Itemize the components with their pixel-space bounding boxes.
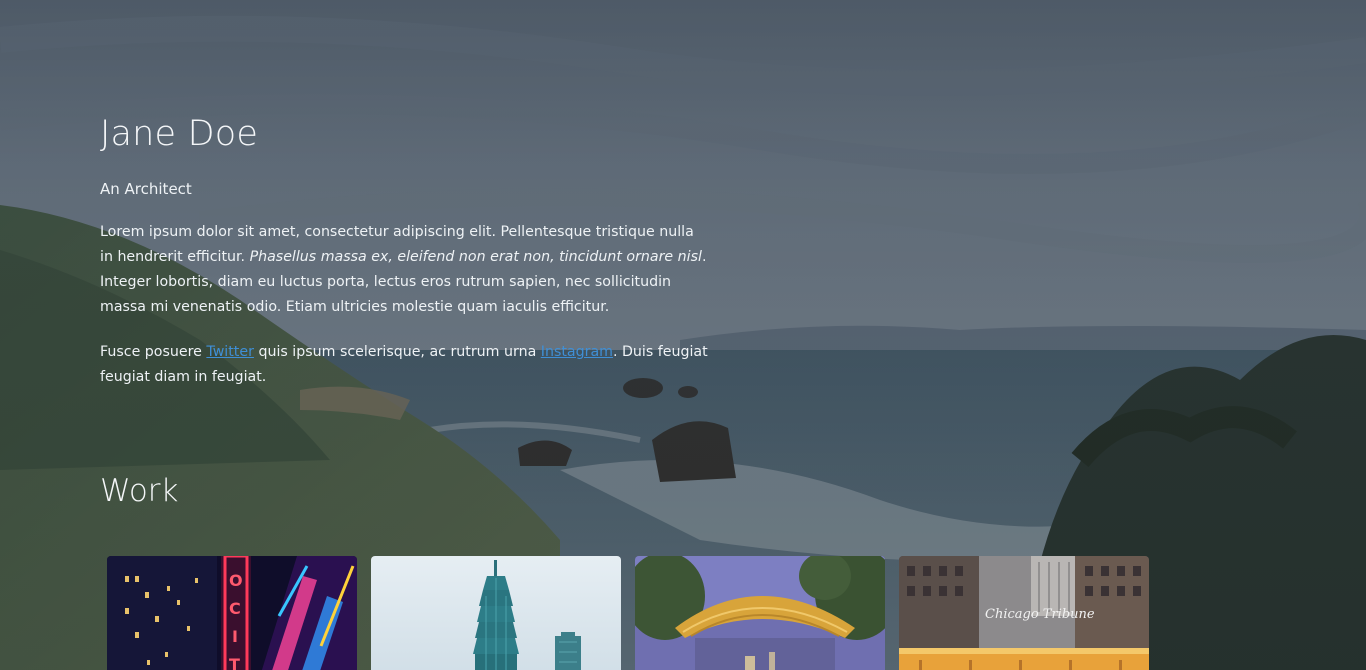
social-text-2: quis ipsum scelerisque, ac rutrum urna <box>253 344 541 360</box>
work-card-4[interactable]: Chicago Tribune <box>899 556 1149 670</box>
work-heading: Work <box>100 473 179 509</box>
svg-text:I: I <box>232 627 238 646</box>
tribune-sign-text: Chicago Tribune <box>985 607 1095 622</box>
bio-paragraph: Lorem ipsum dolor sit amet, consectetur … <box>100 220 710 320</box>
social-paragraph: Fusce posuere Twitter quis ipsum sceleri… <box>100 340 710 390</box>
social-text-1: Fusce posuere <box>100 344 207 360</box>
instagram-link[interactable]: Instagram <box>541 344 613 360</box>
hero-section: Jane Doe An Architect Lorem ipsum dolor … <box>100 108 710 390</box>
radio-city-neon-image: O C I T <box>107 556 357 670</box>
svg-text:O: O <box>229 571 243 590</box>
chicago-tribune-building-image: Chicago Tribune <box>899 556 1149 670</box>
taipei-101-tower-image <box>371 556 621 670</box>
tagline: An Architect <box>100 180 192 198</box>
bio-italic-text: Phasellus massa ex, eleifend non erat no… <box>249 249 702 265</box>
work-card-1[interactable]: O C I T <box>107 556 357 670</box>
work-gallery: O C I T Chicago Tribune <box>107 556 1149 670</box>
page: Jane Doe An Architect Lorem ipsum dolor … <box>0 0 1366 670</box>
svg-text:C: C <box>229 599 241 618</box>
svg-text:T: T <box>229 655 240 670</box>
page-title: Jane Doe <box>100 114 259 154</box>
work-card-2[interactable] <box>371 556 621 670</box>
canopy-pavilion-image <box>635 556 885 670</box>
work-card-3[interactable] <box>635 556 885 670</box>
twitter-link[interactable]: Twitter <box>206 344 254 360</box>
